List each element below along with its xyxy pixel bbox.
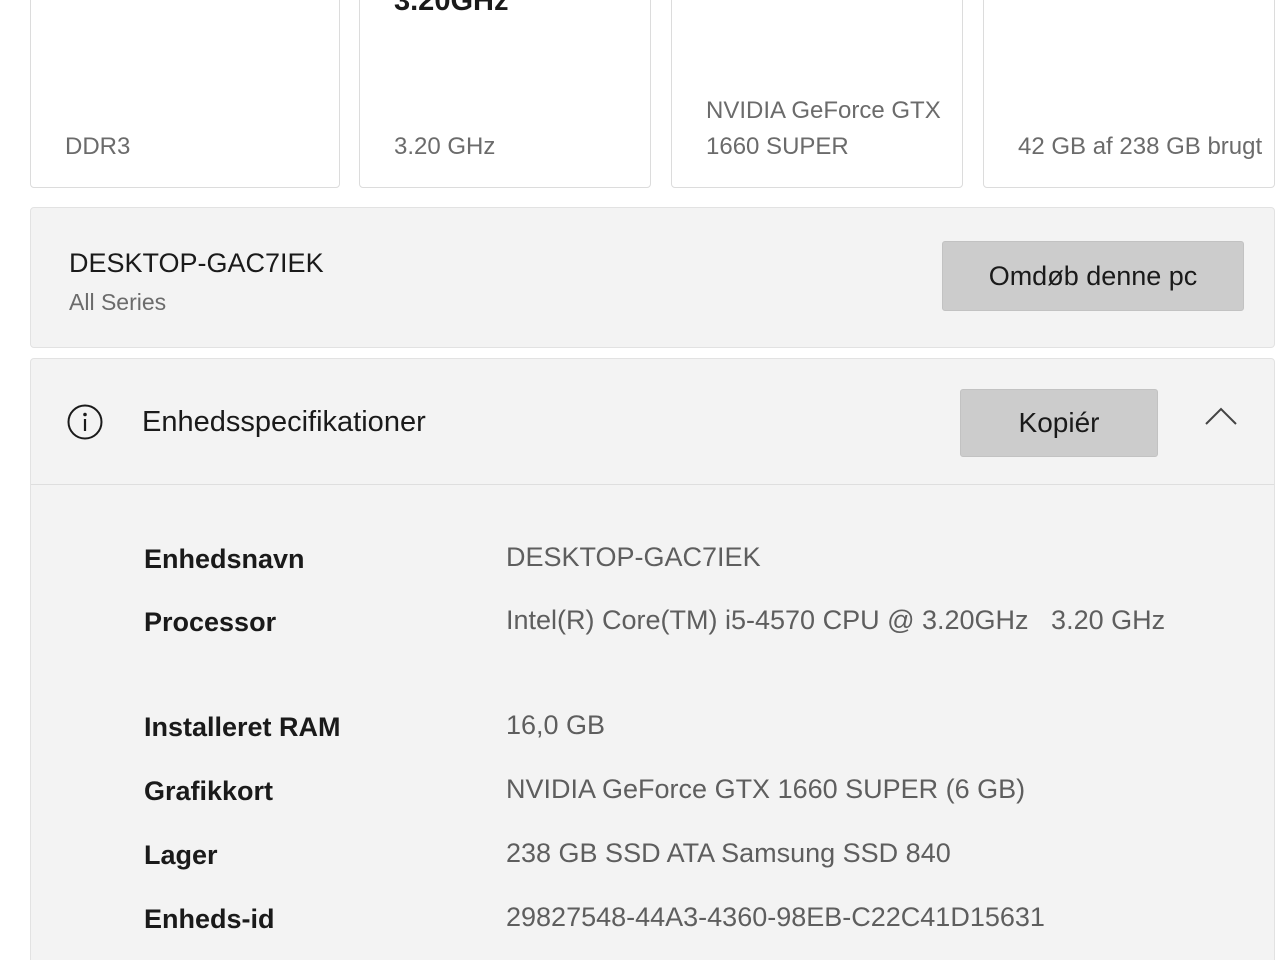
processor-card-sub: 3.20 GHz bbox=[394, 133, 496, 160]
device-specifications-panel: Enhedsspecifikationer Kopiér Enhedsnavn … bbox=[30, 358, 1275, 960]
memory-card-type: DDR3 bbox=[65, 133, 131, 160]
spec-label: Lager bbox=[144, 840, 218, 870]
device-name-bar: DESKTOP-GAC7IEK All Series Omdøb denne p… bbox=[30, 207, 1275, 348]
copy-button[interactable]: Kopiér bbox=[960, 389, 1158, 457]
info-icon bbox=[67, 404, 103, 440]
spec-value: DESKTOP-GAC7IEK bbox=[506, 542, 761, 572]
device-name: DESKTOP-GAC7IEK bbox=[69, 248, 324, 278]
spec-value: NVIDIA GeForce GTX 1660 SUPER (6 GB) bbox=[506, 774, 1026, 804]
spec-label: Installeret RAM bbox=[144, 712, 341, 742]
rename-pc-button[interactable]: Omdøb denne pc bbox=[942, 241, 1244, 311]
spec-value: 238 GB SSD ATA Samsung SSD 840 bbox=[506, 838, 951, 868]
spec-value: 16,0 GB bbox=[506, 710, 606, 740]
spec-value: 29827548-44A3-4360-98EB-C22C41D15631 bbox=[506, 902, 1045, 932]
graphics-card-name: NVIDIA GeForce GTX 1660 SUPER bbox=[706, 97, 941, 160]
spec-label: Enhedsnavn bbox=[144, 544, 305, 574]
spec-label: Enheds-id bbox=[144, 904, 275, 934]
processor-card-speed: 3.20GHz bbox=[394, 0, 509, 17]
processor-card: 3.20GHz 3.20 GHz bbox=[359, 0, 651, 188]
storage-card: 42 GB af 238 GB brugt bbox=[983, 0, 1275, 188]
storage-card-usage: 42 GB af 238 GB brugt bbox=[1018, 133, 1263, 160]
spec-label: Processor bbox=[144, 607, 277, 637]
device-model: All Series bbox=[69, 289, 167, 315]
chevron-up-icon[interactable] bbox=[1203, 405, 1239, 427]
device-specifications-title: Enhedsspecifikationer bbox=[142, 406, 426, 438]
spec-value: Intel(R) Core(TM) i5-4570 CPU @ 3.20GHz … bbox=[506, 605, 1166, 635]
spec-label: Grafikkort bbox=[144, 776, 274, 806]
memory-card: DDR3 bbox=[30, 0, 340, 188]
graphics-card: NVIDIA GeForce GTX 1660 SUPER bbox=[671, 0, 963, 188]
about-page: DDR3 3.20GHz 3.20 GHz NVIDIA GeForce GTX… bbox=[0, 0, 1280, 960]
device-specifications-header[interactable]: Enhedsspecifikationer Kopiér bbox=[31, 359, 1274, 485]
